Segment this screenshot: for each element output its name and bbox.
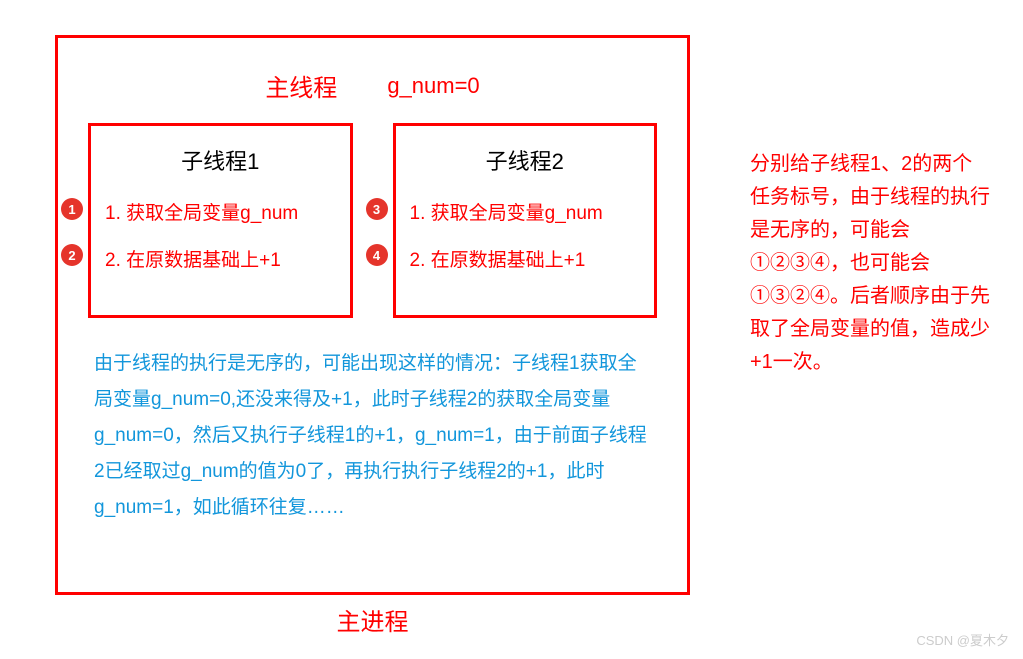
child-thread-2-box: 3 4 子线程2 1. 获取全局变量g_num 2. 在原数据基础上+1 [393, 123, 658, 318]
side-note: 分别给子线程1、2的两个任务标号，由于线程的执行是无序的，可能会①②③④，也可能… [750, 148, 990, 379]
global-variable-label: g_num=0 [387, 73, 479, 99]
main-process-label: 主进程 [55, 602, 690, 637]
step-badge-1: 1 [61, 198, 83, 220]
header: 主线程 g_num=0 [58, 38, 687, 123]
thread-2-step-1: 1. 获取全局变量g_num [410, 200, 641, 229]
main-thread-title: 主线程 [265, 68, 337, 103]
main-thread-box: 主线程 g_num=0 1 2 子线程1 1. 获取全局变量g_num 2. 在… [55, 35, 690, 595]
step-badge-3: 3 [366, 198, 388, 220]
threads-row: 1 2 子线程1 1. 获取全局变量g_num 2. 在原数据基础上+1 3 4… [58, 123, 687, 318]
explanation-text: 由于线程的执行是无序的，可能出现这样的情况：子线程1获取全局变量g_num=0,… [58, 318, 687, 526]
thread-1-step-1: 1. 获取全局变量g_num [105, 200, 336, 229]
watermark: CSDN @夏木夕 [916, 630, 1009, 649]
thread-1-step-2: 2. 在原数据基础上+1 [105, 247, 336, 276]
step-badge-4: 4 [366, 244, 388, 266]
step-badge-2: 2 [61, 244, 83, 266]
child-thread-2-title: 子线程2 [410, 144, 641, 176]
child-thread-1-title: 子线程1 [105, 144, 336, 176]
child-thread-1-box: 1 2 子线程1 1. 获取全局变量g_num 2. 在原数据基础上+1 [88, 123, 353, 318]
thread-2-step-2: 2. 在原数据基础上+1 [410, 247, 641, 276]
